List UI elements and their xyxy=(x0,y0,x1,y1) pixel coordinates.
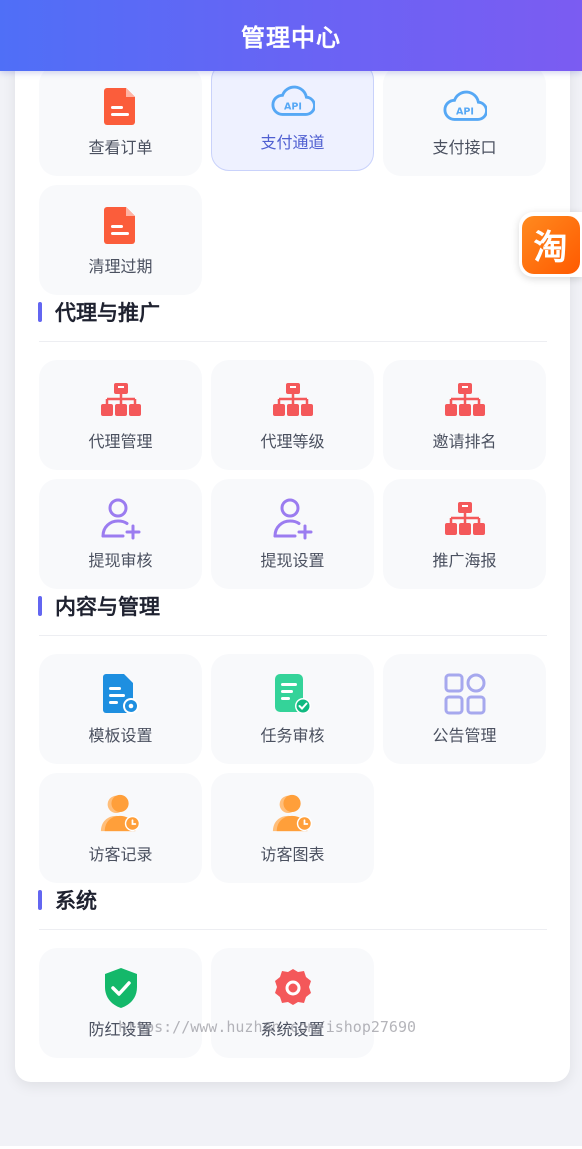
tile-agent-manage[interactable]: 代理管理 xyxy=(39,360,202,470)
tile-label: 公告管理 xyxy=(432,726,497,745)
file-check-icon xyxy=(271,672,315,716)
tile-label: 推广海报 xyxy=(432,551,497,570)
tile-label: 任务审核 xyxy=(260,726,325,745)
file-gear-icon xyxy=(99,672,143,716)
svg-text:API: API xyxy=(284,102,302,113)
tile-clean-expired[interactable]: 清理过期 xyxy=(39,185,202,295)
section-accent-bar xyxy=(38,596,42,616)
section-divider xyxy=(39,929,547,930)
section-divider xyxy=(39,635,547,636)
org-chart-icon xyxy=(99,378,143,422)
tile-label: 查看订单 xyxy=(88,138,153,157)
tile-withdraw-review[interactable]: 提现审核 xyxy=(39,479,202,589)
tile-withdraw-settings[interactable]: 提现设置 xyxy=(211,479,374,589)
tile-template-settings[interactable]: 模板设置 xyxy=(39,654,202,764)
user-add-icon xyxy=(271,497,315,541)
user-clock-icon xyxy=(271,791,315,835)
user-clock-icon xyxy=(99,791,143,835)
tile-payment-interface[interactable]: API 支付接口 xyxy=(383,66,546,176)
tile-label: 代理管理 xyxy=(88,432,153,451)
document-icon xyxy=(99,84,143,128)
section-accent-bar xyxy=(38,890,42,910)
tile-promo-poster[interactable]: 推广海报 xyxy=(383,479,546,589)
tile-label: 访客记录 xyxy=(88,845,153,864)
org-chart-icon xyxy=(443,378,487,422)
tile-task-review[interactable]: 任务审核 xyxy=(211,654,374,764)
section-title-agent: 代理与推广 xyxy=(38,300,160,325)
tile-label: 访客图表 xyxy=(260,845,325,864)
section-divider xyxy=(39,341,547,342)
tile-label: 提现审核 xyxy=(88,551,153,570)
tile-label: 清理过期 xyxy=(88,257,153,276)
tile-notice-manage[interactable]: 公告管理 xyxy=(383,654,546,764)
tile-anti-block-settings[interactable]: 防红设置 xyxy=(39,948,202,1058)
tile-invite-rank[interactable]: 邀请排名 xyxy=(383,360,546,470)
shield-check-icon xyxy=(99,966,143,1010)
document-icon xyxy=(99,203,143,247)
tile-label: 邀请排名 xyxy=(432,432,497,451)
api-cloud-icon: API xyxy=(270,79,315,123)
tile-label: 支付接口 xyxy=(432,138,497,157)
grid-apps-icon xyxy=(443,672,487,716)
tile-visitor-log[interactable]: 访客记录 xyxy=(39,773,202,883)
section-title-text: 内容与管理 xyxy=(55,595,160,619)
gear-icon xyxy=(271,966,315,1010)
page-title: 管理中心 xyxy=(241,24,341,52)
tile-label: 提现设置 xyxy=(260,551,325,570)
user-add-icon xyxy=(99,497,143,541)
main-card: 查看订单 API 支付通道 API 支付接口 清理过期 代理与推广 代理管理 代 xyxy=(15,40,570,1082)
api-cloud-icon: API xyxy=(442,84,487,128)
tile-label: 支付通道 xyxy=(260,133,325,152)
tile-agent-level[interactable]: 代理等级 xyxy=(211,360,374,470)
tile-payment-channel[interactable]: API 支付通道 xyxy=(211,62,374,171)
app-header: 管理中心 xyxy=(0,0,582,71)
tile-system-settings[interactable]: 系统设置 xyxy=(211,948,374,1058)
tile-visitor-chart[interactable]: 访客图表 xyxy=(211,773,374,883)
section-title-text: 代理与推广 xyxy=(55,301,160,325)
tile-label: 模板设置 xyxy=(88,726,153,745)
tile-label: 代理等级 xyxy=(260,432,325,451)
taobao-float-button[interactable]: 淘 xyxy=(519,212,582,277)
section-accent-bar xyxy=(38,302,42,322)
org-chart-icon xyxy=(271,378,315,422)
org-chart-icon xyxy=(443,497,487,541)
section-title-text: 系统 xyxy=(55,889,97,913)
taobao-icon: 淘 xyxy=(521,215,580,274)
watermark-text: https://www.huzhan.com/ishop27690 xyxy=(118,1018,417,1036)
svg-text:API: API xyxy=(456,107,474,118)
section-title-content: 内容与管理 xyxy=(38,594,160,619)
section-title-system: 系统 xyxy=(38,888,97,913)
tile-view-orders[interactable]: 查看订单 xyxy=(39,66,202,176)
